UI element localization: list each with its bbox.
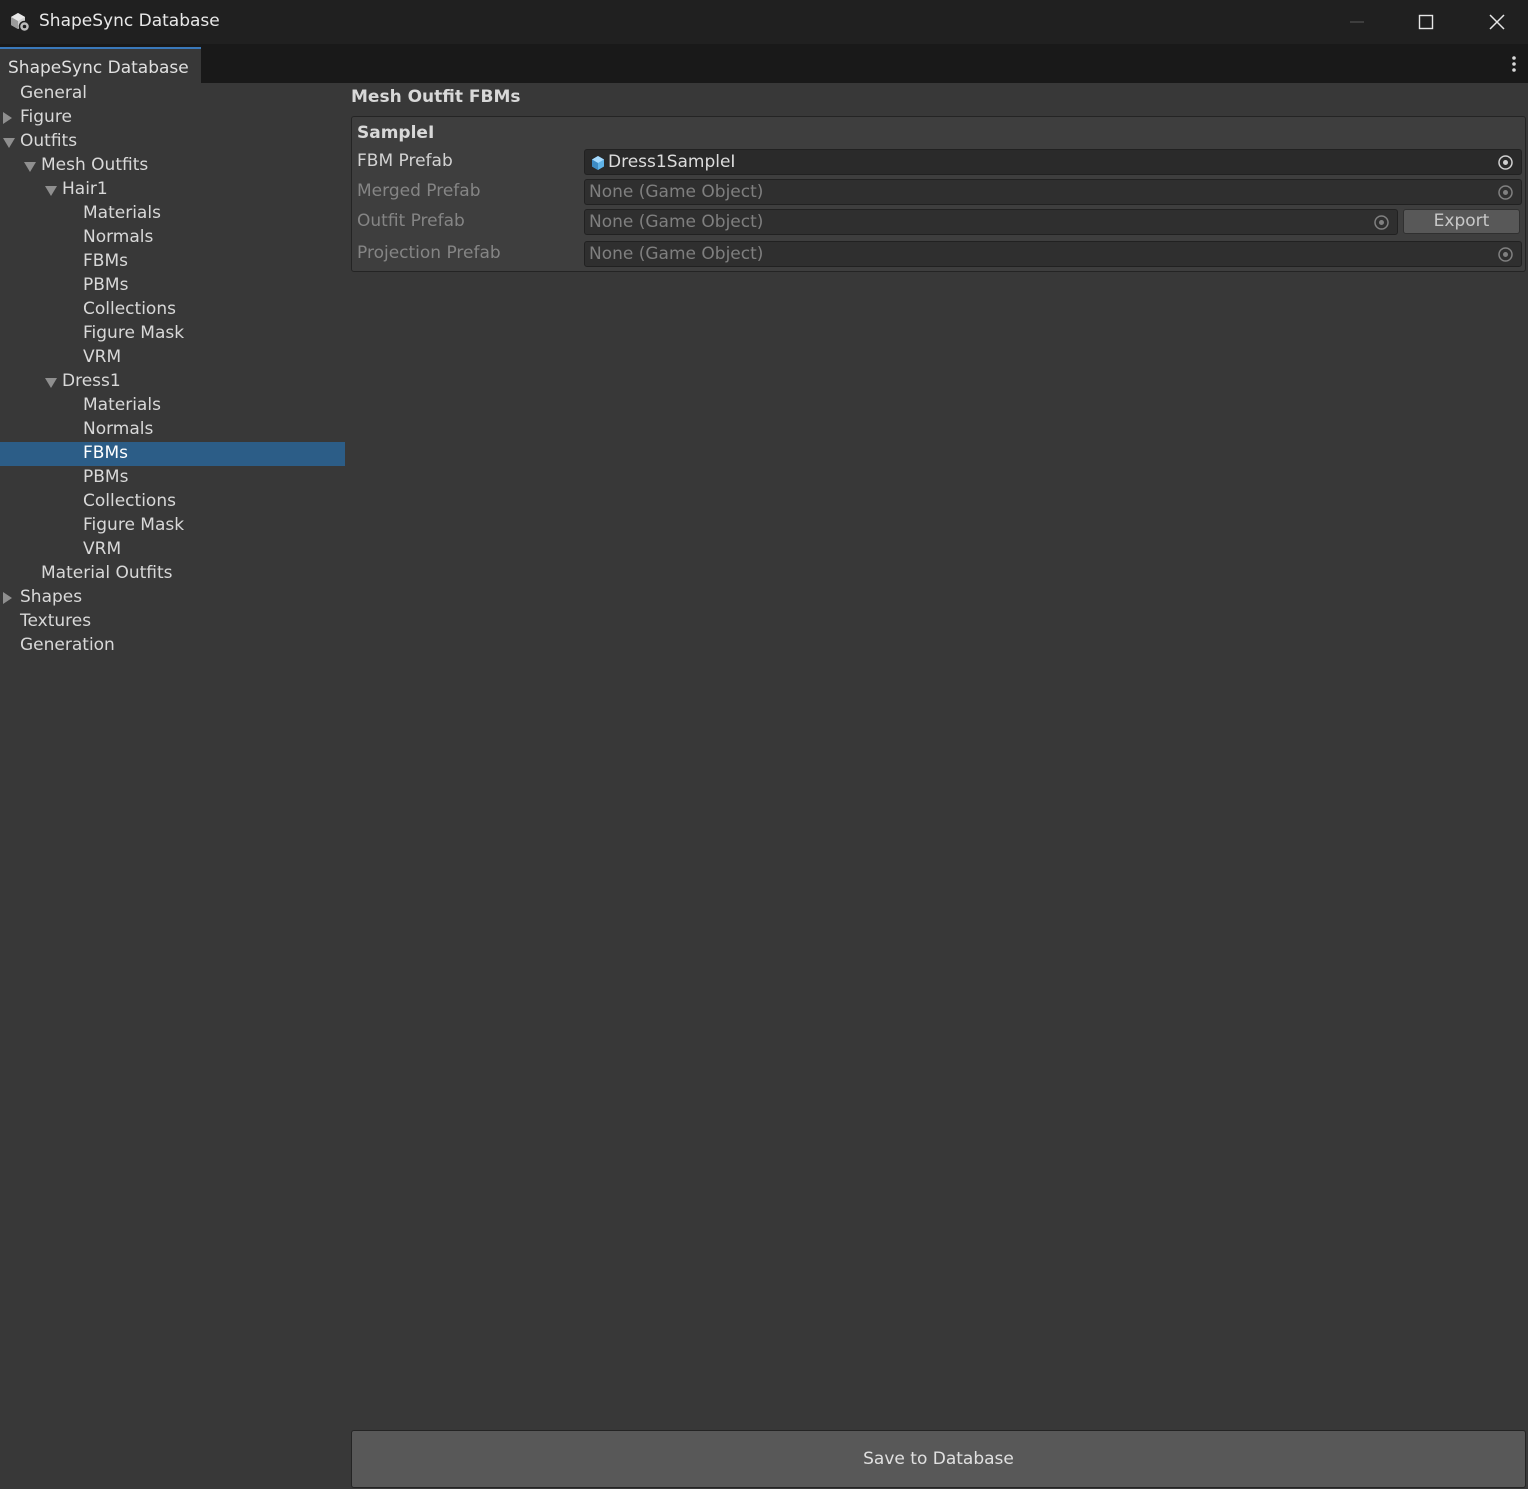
- tab-shapesync-database[interactable]: ShapeSync Database: [0, 47, 201, 83]
- sidebar-item-pbms[interactable]: PBMs: [0, 274, 345, 298]
- sidebar-item-label: Dress1: [62, 371, 121, 391]
- sidebar-item-figure-mask[interactable]: Figure Mask: [0, 514, 345, 538]
- sidebar-item-collections[interactable]: Collections: [0, 490, 345, 514]
- sidebar-item-mesh-outfits[interactable]: Mesh Outfits: [0, 154, 345, 178]
- close-button[interactable]: [1462, 0, 1528, 44]
- projection-prefab-value: None (Game Object): [589, 244, 764, 264]
- minimize-icon: [1350, 21, 1364, 23]
- tab-label: ShapeSync Database: [8, 58, 189, 78]
- sidebar-item-textures[interactable]: Textures: [0, 610, 345, 634]
- sidebar-item-label: FBMs: [83, 251, 128, 271]
- sidebar-item-hair1[interactable]: Hair1: [0, 178, 345, 202]
- sidebar-item-label: Figure Mask: [83, 515, 185, 535]
- group-title: SampleI: [357, 123, 435, 143]
- section-title: Mesh Outfit FBMs: [351, 87, 521, 107]
- sidebar-item-figure-mask[interactable]: Figure Mask: [0, 322, 345, 346]
- sidebar-item-fbms[interactable]: FBMs: [0, 250, 345, 274]
- sidebar-item-label: Hair1: [62, 179, 108, 199]
- sidebar-item-label: VRM: [83, 539, 122, 559]
- fbm-prefab-value: Dress1SampleI: [608, 152, 736, 172]
- outfit-prefab-value: None (Game Object): [589, 212, 764, 232]
- sidebar-item-dress1[interactable]: Dress1: [0, 370, 345, 394]
- sidebar-item-vrm[interactable]: VRM: [0, 346, 345, 370]
- sample-group: SampleI FBM Prefab Dress1SampleI Merged …: [351, 116, 1526, 272]
- sidebar-item-figure[interactable]: Figure: [0, 106, 345, 130]
- object-picker-icon[interactable]: [1373, 214, 1390, 231]
- sidebar-item-label: Normals: [83, 227, 154, 247]
- sidebar-item-material-outfits[interactable]: Material Outfits: [0, 562, 345, 586]
- kebab-menu-icon[interactable]: [1508, 54, 1520, 74]
- fbm-prefab-label: FBM Prefab: [357, 151, 453, 171]
- main-panel: Mesh Outfit FBMs SampleI FBM Prefab Dres…: [351, 83, 1528, 1489]
- sidebar-item-normals[interactable]: Normals: [0, 418, 345, 442]
- expand-arrow-down-icon[interactable]: [45, 378, 57, 388]
- sidebar-item-label: FBMs: [83, 443, 128, 463]
- close-icon: [1489, 14, 1505, 30]
- fbm-prefab-field[interactable]: Dress1SampleI: [584, 149, 1522, 175]
- sidebar-item-materials[interactable]: Materials: [0, 202, 345, 226]
- window-titlebar: ShapeSync Database: [0, 0, 1528, 44]
- save-to-database-button[interactable]: Save to Database: [351, 1430, 1526, 1488]
- sidebar-item-label: Mesh Outfits: [41, 155, 149, 175]
- merged-prefab-field[interactable]: None (Game Object): [584, 179, 1522, 205]
- sidebar-item-fbms[interactable]: FBMs: [0, 442, 345, 466]
- projection-prefab-label: Projection Prefab: [357, 243, 501, 263]
- sidebar-item-label: VRM: [83, 347, 122, 367]
- sidebar-item-normals[interactable]: Normals: [0, 226, 345, 250]
- sidebar-item-label: General: [20, 83, 87, 103]
- object-picker-icon[interactable]: [1497, 154, 1514, 171]
- sidebar-item-generation[interactable]: Generation: [0, 634, 345, 658]
- sidebar-item-label: Textures: [20, 611, 92, 631]
- sidebar-item-label: Normals: [83, 419, 154, 439]
- sidebar-item-label: Figure Mask: [83, 323, 185, 343]
- merged-prefab-value: None (Game Object): [589, 182, 764, 202]
- window-title: ShapeSync Database: [39, 11, 220, 31]
- maximize-button[interactable]: [1391, 0, 1461, 44]
- expand-arrow-down-icon[interactable]: [3, 138, 15, 148]
- tab-strip: ShapeSync Database: [0, 44, 1528, 83]
- sidebar-item-pbms[interactable]: PBMs: [0, 466, 345, 490]
- expand-arrow-right-icon[interactable]: [3, 592, 12, 604]
- sidebar-item-general[interactable]: General: [0, 82, 345, 106]
- sidebar-item-collections[interactable]: Collections: [0, 298, 345, 322]
- projection-prefab-field[interactable]: None (Game Object): [584, 241, 1522, 267]
- sidebar-item-label: PBMs: [83, 467, 129, 487]
- unity-cube-gear-icon: [11, 13, 31, 33]
- expand-arrow-down-icon[interactable]: [24, 162, 36, 172]
- sidebar-item-label: PBMs: [83, 275, 129, 295]
- sidebar-item-label: Material Outfits: [41, 563, 173, 583]
- sidebar-item-label: Materials: [83, 395, 161, 415]
- merged-prefab-label: Merged Prefab: [357, 181, 481, 201]
- object-picker-icon[interactable]: [1497, 246, 1514, 263]
- sidebar-item-label: Shapes: [20, 587, 83, 607]
- sidebar-item-outfits[interactable]: Outfits: [0, 130, 345, 154]
- sidebar-item-label: Collections: [83, 299, 176, 319]
- sidebar-item-materials[interactable]: Materials: [0, 394, 345, 418]
- outfit-prefab-field[interactable]: None (Game Object): [584, 209, 1398, 235]
- sidebar-item-label: Generation: [20, 635, 115, 655]
- sidebar-tree: General Figure Outfits Mesh Outfits Hair1 Mat…: [0, 83, 345, 1489]
- export-button[interactable]: Export: [1403, 209, 1520, 234]
- prefab-cube-icon: [592, 156, 604, 170]
- sidebar-item-label: Materials: [83, 203, 161, 223]
- minimize-button[interactable]: [1322, 0, 1392, 44]
- sidebar-item-label: Figure: [20, 107, 72, 127]
- expand-arrow-right-icon[interactable]: [3, 112, 12, 124]
- outfit-prefab-label: Outfit Prefab: [357, 211, 465, 231]
- expand-arrow-down-icon[interactable]: [45, 186, 57, 196]
- sidebar-item-label: Outfits: [20, 131, 78, 151]
- sidebar-item-label: Collections: [83, 491, 176, 511]
- sidebar-item-shapes[interactable]: Shapes: [0, 586, 345, 610]
- sidebar-item-vrm[interactable]: VRM: [0, 538, 345, 562]
- maximize-icon: [1418, 14, 1434, 30]
- object-picker-icon[interactable]: [1497, 184, 1514, 201]
